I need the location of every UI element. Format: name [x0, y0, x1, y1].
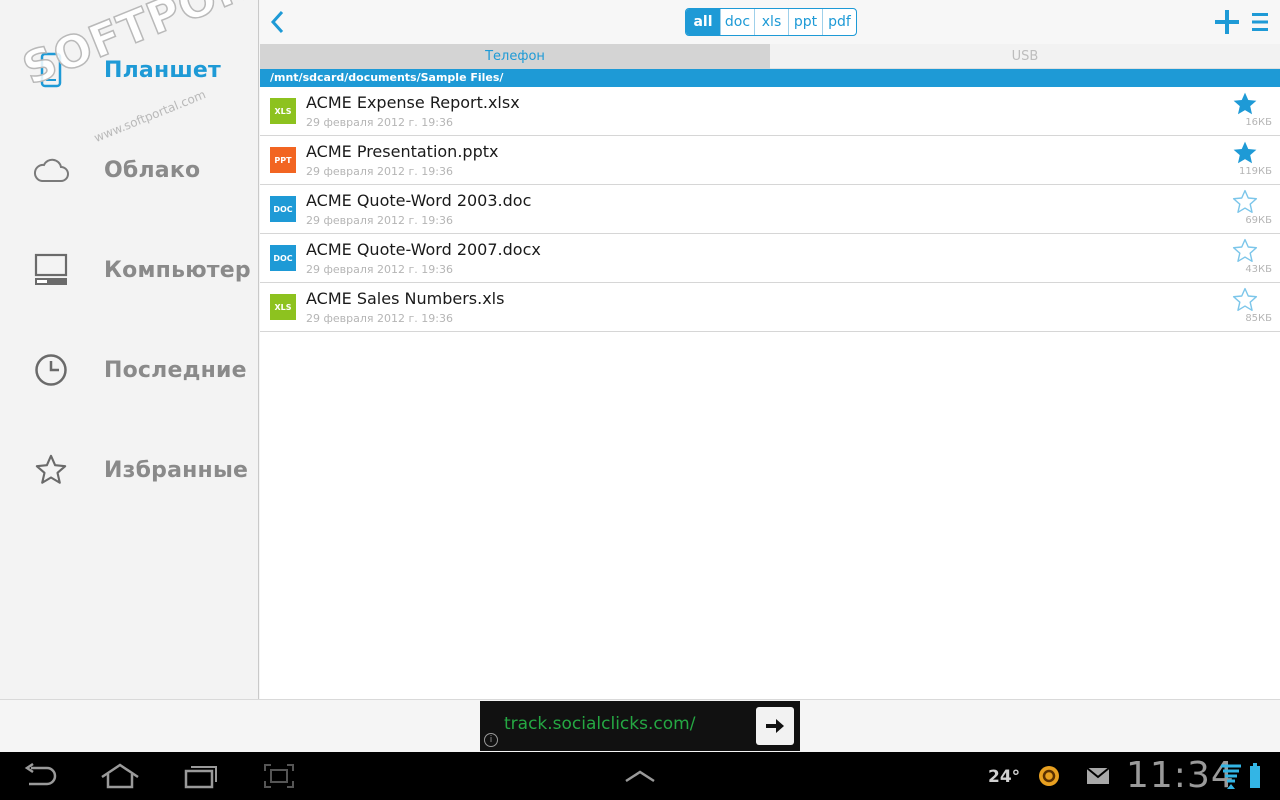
toolbar: all doc xls ppt pdf: [260, 0, 1280, 44]
sidebar-item-favorites[interactable]: Избранные: [0, 425, 258, 515]
file-date: 29 февраля 2012 г. 19:36: [306, 312, 453, 325]
temperature-indicator: 24°: [988, 767, 1021, 787]
sidebar-item-recent[interactable]: Последние: [0, 325, 258, 415]
app-window: Планшет Облако Компьютер Последние Избра…: [0, 0, 1280, 800]
file-size: 16КБ: [1245, 117, 1272, 128]
file-name: ACME Expense Report.xlsx: [306, 93, 520, 112]
file-row[interactable]: XLS ACME Sales Numbers.xls 29 февраля 20…: [260, 283, 1280, 332]
sidebar-item-computer[interactable]: Компьютер: [0, 225, 258, 315]
wifi-icon: [1220, 760, 1242, 792]
sidebar-item-tablet[interactable]: Планшет: [0, 25, 258, 115]
sidebar-item-label: Облако: [104, 157, 201, 183]
mail-icon[interactable]: [1084, 760, 1112, 792]
chevron-left-icon: [270, 10, 284, 34]
filter-pdf-button[interactable]: pdf: [822, 9, 856, 35]
file-name: ACME Sales Numbers.xls: [306, 289, 505, 308]
sidebar-item-label: Компьютер: [104, 257, 251, 283]
ad-area: track.socialclicks.com/ i: [0, 699, 1280, 752]
tablet-icon: [30, 49, 72, 91]
plus-icon: [1215, 10, 1239, 34]
star-outline-icon[interactable]: [1232, 238, 1258, 264]
file-row[interactable]: DOC ACME Quote-Word 2003.doc 29 февраля …: [260, 185, 1280, 234]
clock-time: 11:34: [1126, 755, 1235, 796]
filter-all-button[interactable]: all: [686, 9, 720, 35]
filter-ppt-button[interactable]: ppt: [788, 9, 822, 35]
menu-button[interactable]: [1251, 10, 1269, 34]
star-outline-icon[interactable]: [1232, 287, 1258, 313]
chevron-up-icon[interactable]: [622, 760, 658, 792]
screenshot-icon[interactable]: [262, 760, 296, 792]
file-type-filter: all doc xls ppt pdf: [685, 8, 857, 36]
file-size: 119КБ: [1238, 166, 1272, 177]
filter-xls-button[interactable]: xls: [754, 9, 788, 35]
system-bar: 24° 11:34: [0, 752, 1280, 800]
file-size: 85КБ: [1245, 313, 1272, 324]
file-name: ACME Presentation.pptx: [306, 142, 499, 161]
tab-phone[interactable]: Телефон: [260, 44, 770, 69]
file-name: ACME Quote-Word 2007.docx: [306, 240, 541, 259]
file-date: 29 февраля 2012 г. 19:36: [306, 214, 453, 227]
arrow-right-icon[interactable]: [756, 707, 794, 745]
file-row[interactable]: XLS ACME Expense Report.xlsx 29 февраля …: [260, 87, 1280, 136]
file-date: 29 февраля 2012 г. 19:36: [306, 263, 453, 276]
home-nav-icon[interactable]: [98, 760, 142, 792]
file-size: 43КБ: [1245, 264, 1272, 275]
ppt-file-icon: PPT: [270, 147, 296, 173]
xls-file-icon: XLS: [270, 294, 296, 320]
file-row[interactable]: PPT ACME Presentation.pptx 29 февраля 20…: [260, 136, 1280, 185]
recent-apps-icon[interactable]: [183, 760, 219, 792]
file-date: 29 февраля 2012 г. 19:36: [306, 165, 453, 178]
sidebar-item-label: Планшет: [104, 57, 222, 83]
cloud-icon: [30, 149, 72, 191]
clock-icon: [30, 349, 72, 391]
star-filled-icon[interactable]: [1232, 91, 1258, 117]
battery-icon: [1248, 760, 1262, 792]
menu-icon: [1252, 13, 1268, 31]
star-filled-icon[interactable]: [1232, 140, 1258, 166]
path-breadcrumb: /mnt/sdcard/documents/Sample Files/: [260, 69, 1280, 87]
sidebar-item-cloud[interactable]: Облако: [0, 125, 258, 215]
star-outline-icon[interactable]: [1232, 189, 1258, 215]
computer-icon: [30, 249, 72, 291]
doc-file-icon: DOC: [270, 245, 296, 271]
storage-tabs: Телефон USB: [260, 44, 1280, 69]
file-list: XLS ACME Expense Report.xlsx 29 февраля …: [260, 87, 1280, 699]
filter-doc-button[interactable]: doc: [720, 9, 754, 35]
xls-file-icon: XLS: [270, 98, 296, 124]
notification-app-icon[interactable]: [1036, 760, 1062, 792]
sidebar: Планшет Облако Компьютер Последние Избра…: [0, 0, 259, 699]
file-name: ACME Quote-Word 2003.doc: [306, 191, 532, 210]
file-row[interactable]: DOC ACME Quote-Word 2007.docx 29 февраля…: [260, 234, 1280, 283]
info-icon[interactable]: i: [484, 733, 498, 747]
add-button[interactable]: [1213, 8, 1241, 36]
sidebar-item-label: Последние: [104, 357, 247, 383]
star-icon: [30, 449, 72, 491]
ad-text: track.socialclicks.com/: [504, 714, 696, 734]
doc-file-icon: DOC: [270, 196, 296, 222]
back-nav-icon[interactable]: [22, 760, 60, 792]
file-size: 69КБ: [1245, 215, 1272, 226]
file-date: 29 февраля 2012 г. 19:36: [306, 116, 453, 129]
tab-usb[interactable]: USB: [770, 44, 1280, 69]
back-button[interactable]: [266, 8, 290, 36]
ad-banner[interactable]: track.socialclicks.com/ i: [480, 701, 800, 751]
sidebar-item-label: Избранные: [104, 457, 249, 483]
